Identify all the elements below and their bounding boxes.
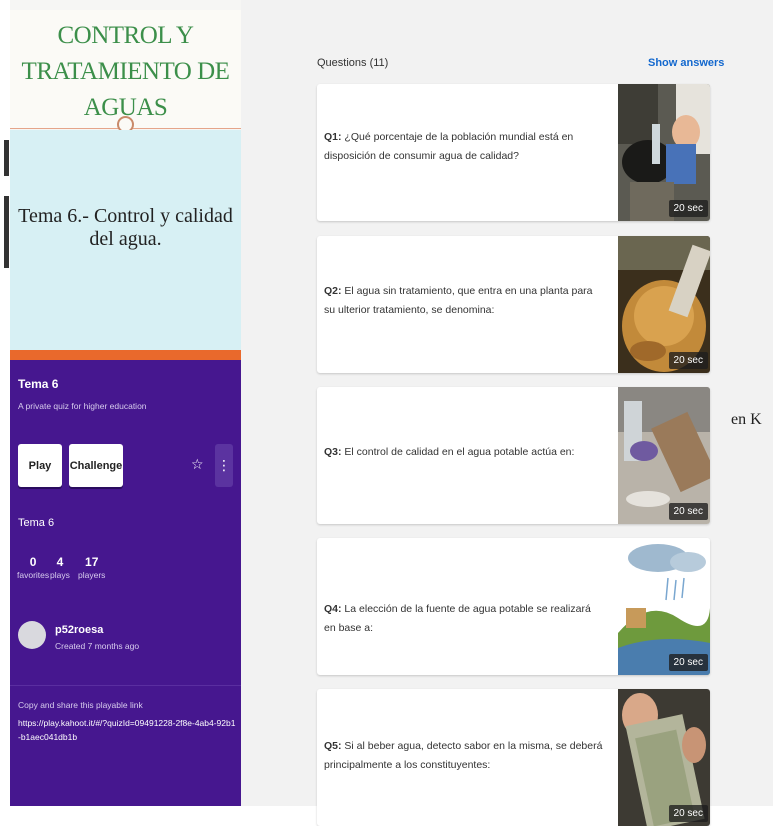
share-label: Copy and share this playable link <box>18 700 143 710</box>
question-text: Q4: La elección de la fuente de agua pot… <box>324 600 604 638</box>
question-text: Q3: El control de calidad en el agua pot… <box>324 443 604 462</box>
question-number: Q1: <box>324 131 342 143</box>
question-text: Q1: ¿Qué porcentaje de la población mund… <box>324 128 604 166</box>
players-label: players <box>78 570 106 580</box>
question-card-2[interactable]: Q2: El agua sin tratamiento, que entra e… <box>317 236 710 373</box>
question-card-5[interactable]: Q5: Si al beber agua, detecto sabor en l… <box>317 689 710 826</box>
time-badge: 20 sec <box>668 805 708 822</box>
stat-plays: 4 plays <box>50 555 70 580</box>
divider <box>10 685 241 686</box>
favorite-star-icon[interactable]: ☆ <box>191 456 204 473</box>
plays-count: 4 <box>56 555 64 569</box>
stat-players: 17 players <box>78 555 105 580</box>
overflow-side-text: en K <box>731 411 762 428</box>
plays-label: plays <box>50 570 70 580</box>
favorites-count: 0 <box>29 555 37 569</box>
quiz-description: A private quiz for higher education <box>18 401 147 411</box>
quiz-title: Tema 6 <box>18 377 59 391</box>
question-number: Q5: <box>324 740 342 752</box>
question-body: El control de calidad en el agua potable… <box>341 446 575 458</box>
cover-slide: CONTROL Y TRATAMIENTO DE AGUAS Tema 6.- … <box>10 0 241 360</box>
time-badge: 20 sec <box>668 352 708 369</box>
question-text: Q5: Si al beber agua, detecto sabor en l… <box>324 737 604 775</box>
quiz-details: Tema 6 A private quiz for higher educati… <box>10 360 241 806</box>
question-image-4: 20 sec <box>618 538 710 675</box>
more-options-button[interactable]: ⋮ <box>215 444 233 487</box>
question-card-1[interactable]: Q1: ¿Qué porcentaje de la población mund… <box>317 84 710 221</box>
question-body: La elección de la fuente de agua potable… <box>324 603 591 634</box>
time-badge: 20 sec <box>668 654 708 671</box>
question-number: Q2: <box>324 285 342 297</box>
question-text: Q2: El agua sin tratamiento, que entra e… <box>324 282 604 320</box>
questions-header: Questions (11) <box>317 57 389 69</box>
players-count: 17 <box>85 555 99 569</box>
quiz-info-panel: CONTROL Y TRATAMIENTO DE AGUAS Tema 6.- … <box>10 0 241 806</box>
cover-bottom-bar <box>10 350 241 360</box>
play-button[interactable]: Play <box>18 444 62 487</box>
edge-mark <box>4 140 9 176</box>
share-link[interactable]: https://play.kahoot.it/#/?quizId=0949122… <box>18 716 238 744</box>
question-card-4[interactable]: Q4: La elección de la fuente de agua pot… <box>317 538 710 675</box>
stat-favorites: 0 favorites <box>17 555 49 580</box>
questions-area: Questions (11) Show answers Q1: ¿Qué por… <box>241 0 773 826</box>
question-body: ¿Qué porcentaje de la población mundial … <box>324 131 574 162</box>
question-number: Q4: <box>324 603 342 615</box>
question-image-5: 20 sec <box>618 689 710 826</box>
challenge-button[interactable]: Challenge <box>69 444 123 487</box>
show-answers-button[interactable]: Show answers <box>648 57 724 69</box>
created-date: Created 7 months ago <box>55 641 140 651</box>
author-name[interactable]: p52roesa <box>55 624 103 636</box>
question-body: Si al beber agua, detecto sabor en la mi… <box>324 740 603 771</box>
avatar[interactable] <box>18 621 46 649</box>
quiz-title-secondary: Tema 6 <box>18 517 55 529</box>
question-image-1: 20 sec <box>618 84 710 221</box>
cover-subtitle: Tema 6.- Control y calidad del agua. <box>18 205 233 250</box>
question-number: Q3: <box>324 446 342 458</box>
time-badge: 20 sec <box>668 503 708 520</box>
question-image-2: 20 sec <box>618 236 710 373</box>
question-body: El agua sin tratamiento, que entra en un… <box>324 285 593 316</box>
cover-title: CONTROL Y TRATAMIENTO DE AGUAS <box>10 18 241 126</box>
time-badge: 20 sec <box>668 200 708 217</box>
more-vertical-icon: ⋮ <box>217 457 231 473</box>
question-image-3: 20 sec <box>618 387 710 524</box>
edge-mark <box>4 196 9 268</box>
cover-title-line1: CONTROL Y <box>57 22 194 49</box>
favorites-label: favorites <box>17 570 50 580</box>
question-card-3[interactable]: Q3: El control de calidad en el agua pot… <box>317 387 710 524</box>
left-edge-strip <box>0 0 10 806</box>
